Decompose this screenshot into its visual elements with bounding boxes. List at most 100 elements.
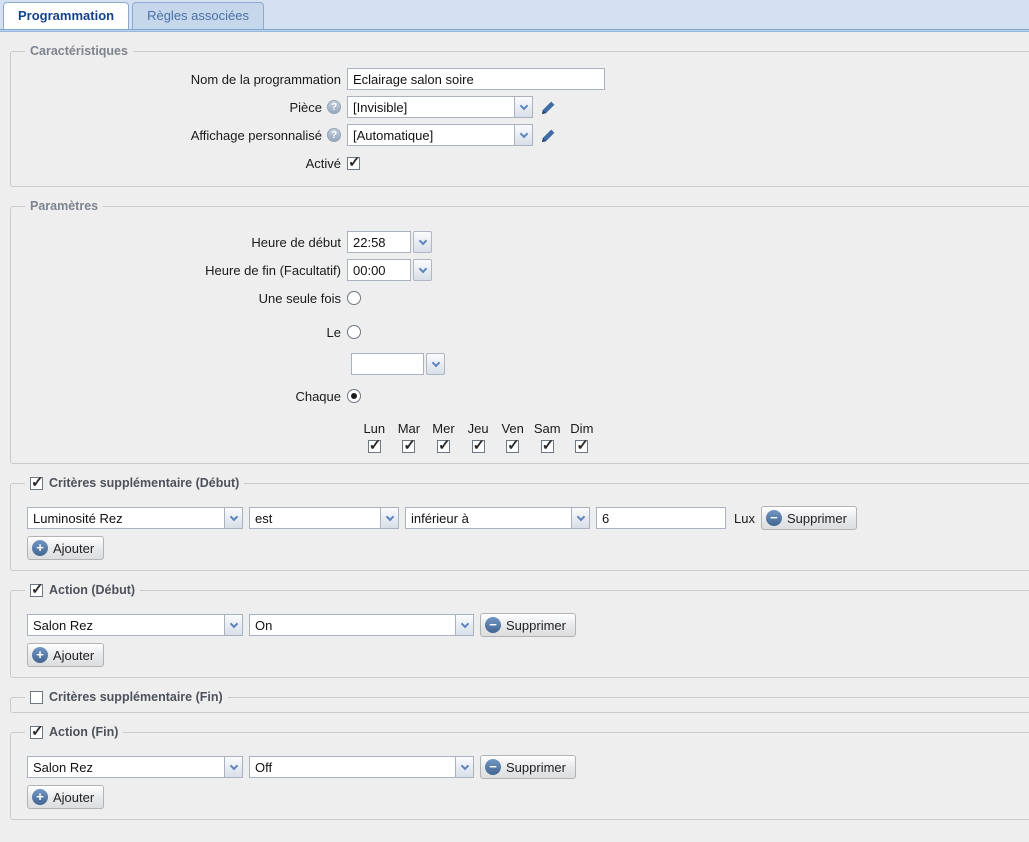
- section-criteria-end-title: Critères supplémentaire (Fin): [49, 690, 223, 704]
- row-room: Pièce [Invisible]: [21, 96, 1021, 118]
- each-label: Chaque: [21, 389, 347, 404]
- action-command-select[interactable]: On: [249, 614, 474, 636]
- tab-programmation[interactable]: Programmation: [3, 2, 129, 29]
- weekday-mer: Mer: [426, 421, 461, 453]
- criteria-start-enable-checkbox[interactable]: [30, 477, 43, 490]
- delete-row-button[interactable]: Supprimer: [480, 755, 576, 779]
- chevron-down-icon[interactable]: [413, 231, 432, 253]
- row-enabled: Activé: [21, 152, 1021, 174]
- weekday-checkbox[interactable]: [541, 440, 554, 453]
- weekday-checkbox[interactable]: [575, 440, 588, 453]
- section-criteria-end: Critères supplémentaire (Fin): [10, 690, 1029, 713]
- section-action-start: Action (Début) Salon Rez On Supprimer: [10, 583, 1029, 678]
- criteria-end-enable-checkbox[interactable]: [30, 691, 43, 704]
- enabled-label: Activé: [21, 156, 347, 171]
- minus-circle-icon: [766, 510, 782, 526]
- criteria-operator-select[interactable]: inférieur à: [405, 507, 590, 529]
- plus-circle-icon: [32, 540, 48, 556]
- chevron-down-icon[interactable]: [455, 757, 473, 777]
- section-criteria-start: Critères supplémentaire (Début) Luminosi…: [10, 476, 1029, 571]
- minus-circle-icon: [485, 759, 501, 775]
- action-row: Salon Rez On Supprimer: [27, 613, 1021, 637]
- weekday-checkbox[interactable]: [472, 440, 485, 453]
- display-select-value: [Automatique]: [348, 125, 514, 145]
- criteria-value-input[interactable]: [596, 507, 726, 529]
- chevron-down-icon[interactable]: [514, 125, 532, 145]
- name-input[interactable]: [347, 68, 605, 90]
- row-on-date: Le: [21, 321, 1021, 343]
- section-caracteristiques: Caractéristiques Nom de la programmation…: [10, 44, 1029, 187]
- on-date-label: Le: [21, 325, 347, 340]
- add-action-button[interactable]: Ajouter: [27, 785, 104, 809]
- action-command-select[interactable]: Off: [249, 756, 474, 778]
- weekday-checkbox[interactable]: [368, 440, 381, 453]
- criteria-verb-select[interactable]: est: [249, 507, 399, 529]
- help-icon[interactable]: [327, 100, 341, 114]
- chevron-down-icon[interactable]: [413, 259, 432, 281]
- chevron-down-icon[interactable]: [224, 757, 242, 777]
- weekday-sam: Sam: [530, 421, 565, 453]
- on-date-radio[interactable]: [347, 325, 361, 339]
- row-name: Nom de la programmation: [21, 68, 1021, 90]
- start-time-value: 22:58: [347, 231, 411, 253]
- enabled-checkbox[interactable]: [347, 157, 360, 170]
- action-device-select[interactable]: Salon Rez: [27, 756, 243, 778]
- room-select-value: [Invisible]: [348, 97, 514, 117]
- edit-pencil-icon[interactable]: [541, 100, 556, 115]
- delete-row-button[interactable]: Supprimer: [480, 613, 576, 637]
- weekday-checkbox[interactable]: [506, 440, 519, 453]
- page: Programmation Règles associées Caractéri…: [0, 0, 1029, 842]
- action-start-enable-checkbox[interactable]: [30, 584, 43, 597]
- chevron-down-icon[interactable]: [514, 97, 532, 117]
- action-device-select[interactable]: Salon Rez: [27, 614, 243, 636]
- plus-circle-icon: [32, 789, 48, 805]
- weekday-ven: Ven: [495, 421, 530, 453]
- tab-bar: Programmation Règles associées: [0, 0, 1029, 29]
- weekday-checkbox[interactable]: [437, 440, 450, 453]
- weekday-dim: Dim: [565, 421, 600, 453]
- date-select-value: [351, 353, 424, 375]
- edit-pencil-icon[interactable]: [541, 128, 556, 143]
- date-select[interactable]: [351, 353, 445, 375]
- weekday-mar: Mar: [392, 421, 427, 453]
- criteria-device-select[interactable]: Luminosité Rez: [27, 507, 243, 529]
- chevron-down-icon[interactable]: [571, 508, 589, 528]
- add-action-button[interactable]: Ajouter: [27, 643, 104, 667]
- criteria-unit-label: Lux: [734, 511, 755, 526]
- display-label: Affichage personnalisé: [191, 128, 322, 143]
- chevron-down-icon[interactable]: [380, 508, 398, 528]
- add-criteria-button[interactable]: Ajouter: [27, 536, 104, 560]
- weekday-checkbox[interactable]: [402, 440, 415, 453]
- section-action-start-title: Action (Début): [49, 583, 135, 597]
- each-radio[interactable]: [347, 389, 361, 403]
- minus-circle-icon: [485, 617, 501, 633]
- plus-circle-icon: [32, 647, 48, 663]
- display-select[interactable]: [Automatique]: [347, 124, 533, 146]
- weekday-row: Lun Mar Mer Jeu: [357, 421, 1021, 453]
- row-each: Chaque: [21, 385, 1021, 407]
- start-time-select[interactable]: 22:58: [347, 231, 432, 253]
- room-select[interactable]: [Invisible]: [347, 96, 533, 118]
- chevron-down-icon[interactable]: [224, 615, 242, 635]
- chevron-down-icon[interactable]: [426, 353, 445, 375]
- weekday-jeu: Jeu: [461, 421, 496, 453]
- main-form: Caractéristiques Nom de la programmation…: [0, 32, 1029, 842]
- start-time-label: Heure de début: [21, 235, 347, 250]
- criteria-row: Luminosité Rez est inférieur à Lux: [27, 506, 1021, 530]
- action-row: Salon Rez Off Supprimer: [27, 755, 1021, 779]
- delete-row-button[interactable]: Supprimer: [761, 506, 857, 530]
- weekday-lun: Lun: [357, 421, 392, 453]
- room-label: Pièce: [289, 100, 322, 115]
- chevron-down-icon[interactable]: [455, 615, 473, 635]
- row-display: Affichage personnalisé [Automatique]: [21, 124, 1021, 146]
- once-radio[interactable]: [347, 291, 361, 305]
- section-action-end-title: Action (Fin): [49, 725, 118, 739]
- help-icon[interactable]: [327, 128, 341, 142]
- row-start-time: Heure de début 22:58: [21, 231, 1021, 253]
- end-time-value: 00:00: [347, 259, 411, 281]
- chevron-down-icon[interactable]: [224, 508, 242, 528]
- section-caracteristiques-title: Caractéristiques: [25, 44, 133, 58]
- end-time-select[interactable]: 00:00: [347, 259, 432, 281]
- action-end-enable-checkbox[interactable]: [30, 726, 43, 739]
- tab-regles-associees[interactable]: Règles associées: [132, 2, 264, 29]
